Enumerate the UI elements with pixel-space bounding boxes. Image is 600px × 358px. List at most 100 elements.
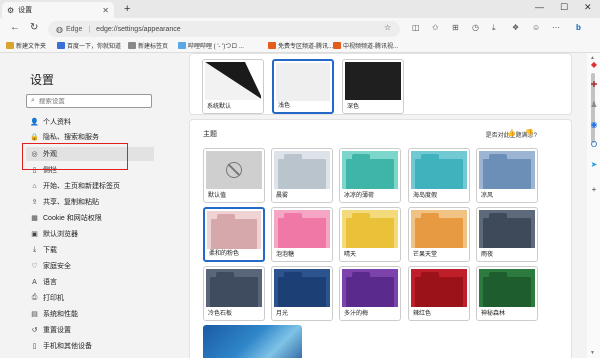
theme-option[interactable]: 冷色石板 [203, 266, 265, 321]
theme-preview-body [483, 218, 531, 248]
dark-preview [345, 62, 401, 100]
close-tab-icon[interactable]: ✕ [102, 6, 109, 15]
theme-option[interactable]: 芒果天堂 [408, 207, 470, 262]
bing-copilot-icon[interactable]: b [576, 23, 581, 32]
favorite-item[interactable]: 中视频频道-腾讯视... [333, 41, 398, 50]
sidebar-item-family[interactable]: ♡ 家庭安全 [26, 259, 154, 273]
new-tab-button[interactable]: + [124, 3, 130, 15]
theme-option[interactable]: 默认值 [203, 148, 265, 203]
outlook-icon[interactable]: O [589, 140, 599, 150]
thumbs-up-icon[interactable]: 👍 [507, 129, 516, 137]
split-screen-icon[interactable]: ◫ [412, 23, 420, 32]
theme-option[interactable]: 神秘森林 [476, 266, 538, 321]
theme-option[interactable]: 晨雾 [271, 148, 333, 203]
sidebar-item-downloads[interactable]: ⤓ 下载 [26, 243, 154, 257]
theme-option[interactable]: 月光 [271, 266, 333, 321]
sidebar-item-label: 语言 [43, 279, 57, 286]
theme-label: 冰凉的薄荷 [344, 193, 375, 199]
appearance-option-dark[interactable]: 深色 [342, 59, 404, 114]
theme-option[interactable]: 晴天 [339, 207, 401, 262]
theme-preview [479, 151, 535, 189]
theme-option[interactable]: 冰凉的薄荷 [339, 148, 401, 203]
home-icon: ⌂ [32, 182, 37, 190]
history-icon[interactable]: ◷ [472, 23, 479, 32]
sidebar-item-languages[interactable]: A 语言 [26, 275, 154, 289]
theme-option[interactable]: 多汁的梅 [339, 266, 401, 321]
appearance-option-label: 浅色 [278, 103, 291, 109]
appearance-option-light[interactable]: 浅色 [272, 59, 334, 114]
theme-preview-body [415, 218, 463, 248]
search-sidebar-icon[interactable]: ◆ [589, 60, 599, 70]
games-icon[interactable]: ♟ [589, 100, 599, 110]
gear-icon: ⚙ [7, 5, 15, 15]
theme-option[interactable]: 海岛度假 [408, 148, 470, 203]
close-window-icon[interactable]: ✕ [584, 2, 592, 13]
appearance-option-system[interactable]: 系统默认 [202, 59, 264, 114]
sidebar-item-phone[interactable]: ▯ 手机和其他设备 [26, 339, 154, 353]
sidebar-item-share[interactable]: ⇪ 共享、复制和粘贴 [26, 195, 154, 209]
theme-preview [411, 151, 467, 189]
theme-preview-body [278, 218, 326, 248]
theme-option[interactable]: 雨夜 [476, 207, 538, 262]
minimize-icon[interactable]: — [535, 2, 544, 12]
sidebar-item-system[interactable]: ▤ 系统和性能 [26, 307, 154, 321]
favorite-star-icon[interactable]: ☆ [384, 23, 391, 32]
thumbs-down-icon[interactable]: 👎 [525, 129, 534, 137]
theme-preview-body [483, 159, 531, 189]
maximize-icon[interactable]: ☐ [560, 2, 568, 13]
favorite-item[interactable]: 百度一下，你就知道 [57, 41, 121, 50]
sidebar-item-profile[interactable]: 👤 个人资料 [26, 115, 154, 129]
favorite-item[interactable]: 新建文件夹 [6, 41, 46, 50]
theme-preview-body [415, 277, 463, 307]
theme-preview [479, 269, 535, 307]
theme-promo-image[interactable] [203, 325, 302, 358]
search-input[interactable] [38, 97, 139, 105]
tab-settings[interactable]: ⚙ 设置 ✕ [2, 2, 114, 18]
favorite-item[interactable]: 新建标签页 [128, 41, 168, 50]
sidebar-item-default-browser[interactable]: ▣ 默认浏览器 [26, 227, 154, 241]
theme-option[interactable]: 泡泡糖 [271, 207, 333, 262]
add-sidebar-icon[interactable]: + [589, 185, 599, 195]
favorite-label: 中视频频道-腾讯视... [343, 44, 398, 50]
toolbar: ← ↻ ◍ Edge | edge://settings/appearance … [0, 18, 600, 40]
address-url[interactable]: edge://settings/appearance [96, 26, 180, 33]
page-icon [128, 42, 136, 49]
favorites-icon[interactable]: ✩ [432, 23, 439, 32]
extensions-icon[interactable]: ❖ [512, 23, 519, 32]
theme-preview [342, 151, 398, 189]
light-preview [276, 63, 330, 101]
sidebar-item-label: 个人资料 [43, 119, 71, 126]
sidebar-item-reset[interactable]: ↺ 重置设置 [26, 323, 154, 337]
theme-preview-body [211, 219, 257, 249]
settings-sidebar: 设置 ⌕ 👤 个人资料 🔒 隐私、搜索和服务 ◎ 外观 ▯ 侧栏 ⌂ 开始、主页… [0, 53, 171, 358]
sidebar-item-start-home[interactable]: ⌂ 开始、主页和新建标签页 [26, 179, 154, 193]
more-menu-icon[interactable]: ⋯ [552, 23, 560, 32]
feedback-icon[interactable]: ☺ [532, 23, 540, 32]
theme-label: 辣红色 [413, 311, 432, 317]
tencent-video-icon [333, 42, 341, 49]
theme-preview [411, 210, 467, 248]
back-icon[interactable]: ← [10, 22, 20, 33]
sidebar-item-privacy[interactable]: 🔒 隐私、搜索和服务 [26, 130, 154, 144]
theme-option[interactable]: 辣红色 [408, 266, 470, 321]
family-icon: ♡ [31, 263, 38, 270]
address-bar[interactable]: ◍ Edge | edge://settings/appearance [48, 21, 400, 37]
refresh-icon[interactable]: ↻ [30, 22, 38, 33]
favorite-item[interactable]: 免费专区频道-腾讯... [268, 41, 333, 50]
favorite-item[interactable]: 哔哩哔哩 ( '- ')つロ ... [178, 41, 244, 50]
theme-option[interactable]: 凉风 [476, 148, 538, 203]
tools-icon[interactable]: ✚ [589, 80, 599, 90]
collections-icon[interactable]: ⊞ [452, 23, 459, 32]
theme-option[interactable]: 柔和的粉色 [203, 207, 265, 262]
bilibili-icon [178, 42, 186, 49]
theme-preview [479, 210, 535, 248]
search-box[interactable]: ⌕ [26, 94, 152, 108]
downloads-icon[interactable]: ⤓ [492, 23, 496, 33]
appearance-option-label: 深色 [347, 104, 360, 110]
office-icon[interactable]: ◉ [589, 120, 599, 130]
telegram-icon[interactable]: ➤ [589, 160, 599, 170]
sidebar-item-cookies[interactable]: ▦ Cookie 和网站权限 [26, 211, 154, 225]
edge-sidebar [587, 53, 600, 358]
address-brand: Edge [65, 25, 83, 33]
sidebar-item-printers[interactable]: ⎙ 打印机 [26, 291, 154, 305]
